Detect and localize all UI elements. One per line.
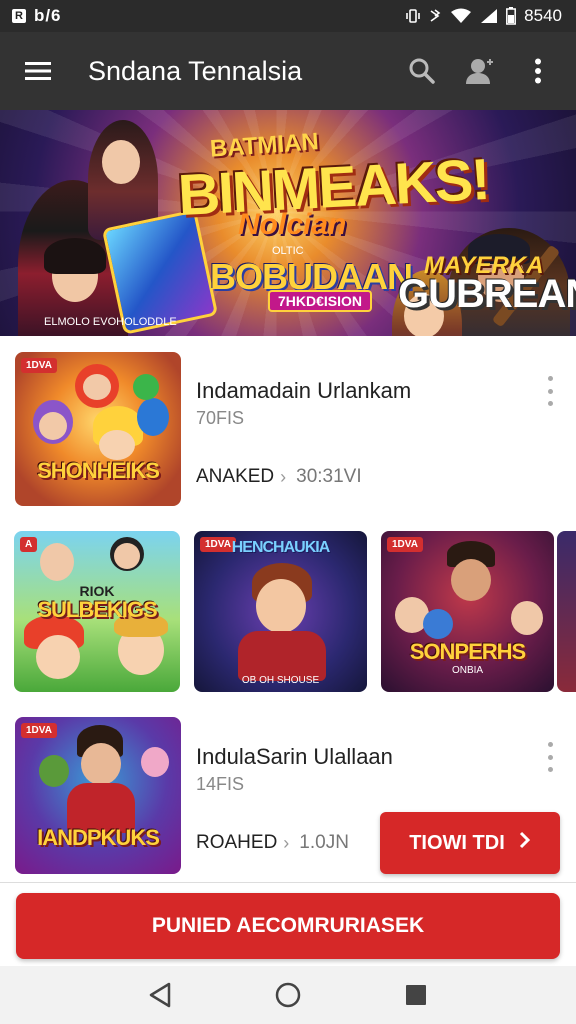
thumb-character bbox=[81, 743, 121, 785]
card-action-label: TIOWI TDI bbox=[409, 831, 505, 854]
thumb-title: SULBEKIGS bbox=[37, 597, 157, 622]
thumb-tag: A bbox=[20, 537, 38, 552]
vibrate-icon bbox=[406, 8, 420, 24]
card-subtitle: 14FIS bbox=[196, 774, 245, 794]
back-icon[interactable] bbox=[140, 975, 180, 1015]
thumb-tag: 1DVA bbox=[21, 358, 57, 373]
more-vert-icon[interactable] bbox=[540, 376, 560, 406]
card-meta-value: 1.0JN bbox=[299, 832, 349, 853]
signal-icon bbox=[480, 8, 498, 24]
thumb-character bbox=[39, 755, 69, 787]
thumb-character bbox=[133, 374, 159, 400]
thumb-character bbox=[256, 579, 306, 633]
sync-icon bbox=[428, 8, 442, 24]
banner-edition-badge: 7HKD€ISION bbox=[268, 290, 373, 312]
notification-badge: R bbox=[12, 9, 26, 23]
card-thumbnail[interactable]: 1DVA SHONHEIKS bbox=[15, 352, 181, 506]
thumb-title: HENCHAUKIA bbox=[231, 539, 331, 556]
card-subtitle: 70FIS bbox=[196, 408, 245, 428]
clock: 8540 bbox=[524, 6, 562, 25]
thumb-title: SONPERHS bbox=[409, 639, 526, 664]
thumb-character bbox=[99, 430, 135, 460]
card-meta-label: ANAKED bbox=[196, 466, 275, 487]
wifi-icon bbox=[450, 8, 472, 24]
card-title[interactable]: IndulaSarin Ulallaan bbox=[196, 744, 393, 770]
carousel-item-partial[interactable] bbox=[557, 531, 576, 692]
carousel-item[interactable]: 1DVA HENCHAUKIA OB OH SHOUSE bbox=[194, 531, 367, 692]
thumb-character bbox=[511, 601, 543, 635]
app-bar: Sndana Tennalsia bbox=[0, 32, 576, 110]
thumb-character bbox=[39, 412, 67, 440]
thumb-character bbox=[141, 747, 169, 777]
card-title[interactable]: Indamadain Urlankam bbox=[196, 378, 411, 404]
carousel-item[interactable]: A RIOK SULBEKIGS bbox=[14, 531, 180, 692]
more-vert-icon[interactable] bbox=[518, 51, 558, 91]
hero-banner[interactable]: BATMIAN BINMEAKS! Nolcian OLTIC BOBUDAAN… bbox=[0, 110, 576, 336]
chevron-right-icon: › bbox=[280, 466, 287, 487]
thumb-subtitle: OB OH SHOUSE bbox=[241, 675, 320, 686]
thumb-subtitle: ONBIA bbox=[451, 665, 484, 676]
card-meta: ANAKED › 30:31VI bbox=[196, 466, 362, 488]
chevron-right-icon: › bbox=[283, 832, 290, 853]
home-icon[interactable] bbox=[268, 975, 308, 1015]
thumb-character bbox=[423, 609, 453, 639]
more-vert-icon[interactable] bbox=[540, 742, 560, 772]
banner-right-title: GUBREAN bbox=[398, 272, 576, 316]
banner-tagline: Nolcian bbox=[238, 208, 347, 241]
thumb-character bbox=[137, 398, 169, 436]
status-bar: R b/6 8540 bbox=[0, 0, 576, 32]
thumb-character bbox=[40, 543, 74, 581]
card-meta-value: 30:31VI bbox=[296, 466, 362, 487]
thumb-title: SHONHEIKS bbox=[37, 458, 160, 483]
thumb-tag: 1DVA bbox=[387, 537, 423, 552]
battery-icon bbox=[506, 7, 517, 25]
card-thumbnail[interactable]: 1DVA IANDPKUKS bbox=[15, 717, 181, 874]
thumb-character bbox=[36, 635, 80, 679]
system-nav-bar bbox=[0, 966, 576, 1024]
cta-bar: PUNIED AECOMRURIASEK bbox=[0, 882, 576, 966]
recents-icon[interactable] bbox=[396, 975, 436, 1015]
search-icon[interactable] bbox=[402, 51, 442, 91]
thumb-character-body bbox=[238, 631, 326, 681]
account-icon[interactable] bbox=[460, 51, 500, 91]
carousel-item[interactable]: 1DVA SONPERHS ONBIA bbox=[381, 531, 554, 692]
thumb-character bbox=[83, 374, 111, 400]
thumb-tag: 1DVA bbox=[21, 723, 57, 738]
thumb-character bbox=[114, 543, 140, 569]
thumb-title: IANDPKUKS bbox=[37, 825, 160, 850]
card-meta: ROAHED › 1.0JN bbox=[196, 832, 349, 854]
primary-cta-button[interactable]: PUNIED AECOMRURIASEK bbox=[16, 893, 560, 959]
app-title: Sndana Tennalsia bbox=[88, 55, 303, 86]
banner-face-back bbox=[102, 140, 140, 184]
thumb-character bbox=[451, 559, 491, 601]
status-left-text: b/6 bbox=[33, 6, 62, 25]
menu-icon[interactable] bbox=[18, 51, 58, 91]
chevron-right-icon bbox=[519, 831, 531, 855]
banner-footer-text: ELMOLO EVOHOLODDLE bbox=[44, 316, 177, 328]
card-action-button[interactable]: TIOWI TDI bbox=[380, 812, 560, 874]
banner-hair-left bbox=[44, 238, 106, 274]
card-meta-label: ROAHED bbox=[196, 832, 278, 853]
